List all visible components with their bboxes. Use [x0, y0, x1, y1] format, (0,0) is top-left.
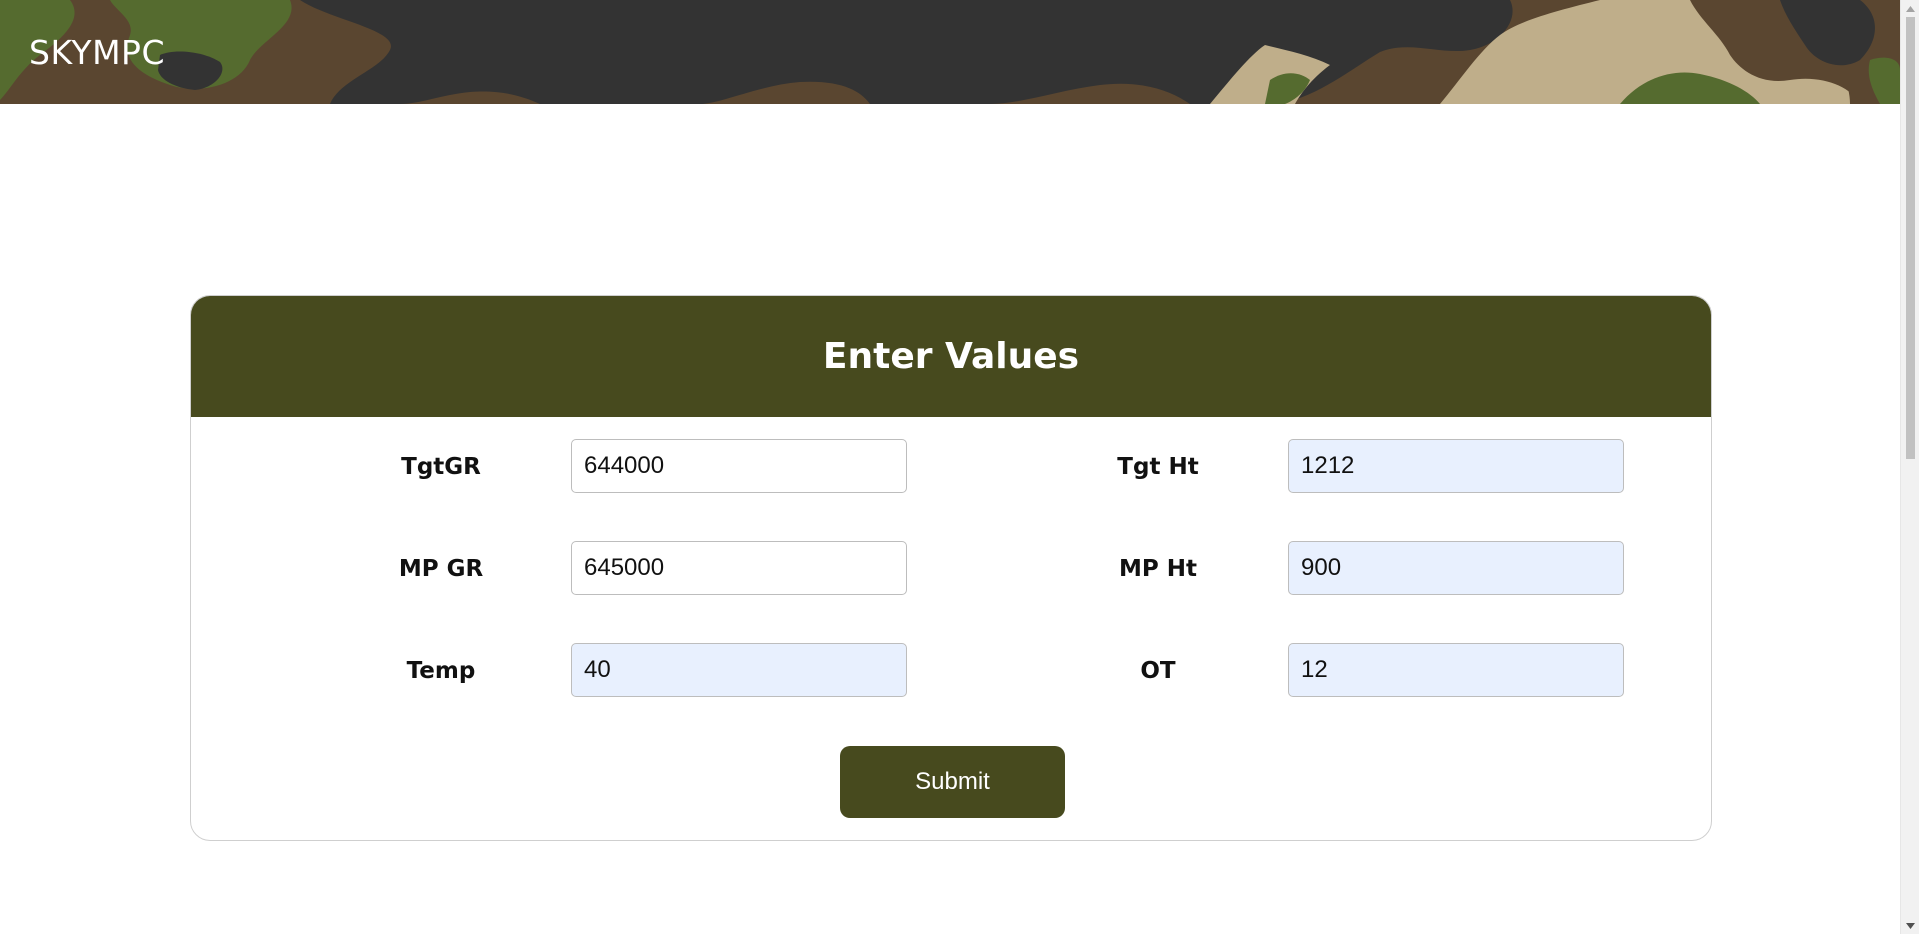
- mp-ht-label: MP Ht: [1119, 556, 1197, 582]
- tgt-gr-label: TgtGR: [401, 454, 481, 480]
- site-header: SKYMPC: [0, 0, 1900, 104]
- scroll-up-button[interactable]: [1901, 0, 1919, 17]
- mp-ht-input[interactable]: [1288, 541, 1624, 595]
- enter-values-card: Enter Values TgtGR Tgt Ht MP GR MP Ht Te…: [190, 295, 1712, 841]
- card-title: Enter Values: [822, 336, 1080, 377]
- scroll-down-button[interactable]: [1901, 917, 1919, 934]
- tgt-ht-label: Tgt Ht: [1117, 454, 1199, 480]
- mp-gr-input[interactable]: [571, 541, 907, 595]
- scroll-thumb[interactable]: [1906, 17, 1915, 459]
- tgt-ht-input[interactable]: [1288, 439, 1624, 493]
- brand-title[interactable]: SKYMPC: [29, 33, 165, 73]
- submit-button[interactable]: Submit: [840, 746, 1065, 818]
- temp-label: Temp: [406, 658, 476, 684]
- ot-label: OT: [1140, 658, 1176, 684]
- ot-input[interactable]: [1288, 643, 1624, 697]
- mp-gr-label: MP GR: [398, 556, 484, 582]
- triangle-up-icon: [1906, 5, 1915, 12]
- page: SKYMPC Enter Values TgtGR Tgt Ht MP GR M…: [0, 0, 1919, 934]
- vertical-scrollbar[interactable]: [1900, 0, 1919, 934]
- tgt-gr-input[interactable]: [571, 439, 907, 493]
- camouflage-background: [0, 0, 1900, 104]
- triangle-down-icon: [1906, 922, 1915, 929]
- card-header: Enter Values: [191, 296, 1711, 417]
- temp-input[interactable]: [571, 643, 907, 697]
